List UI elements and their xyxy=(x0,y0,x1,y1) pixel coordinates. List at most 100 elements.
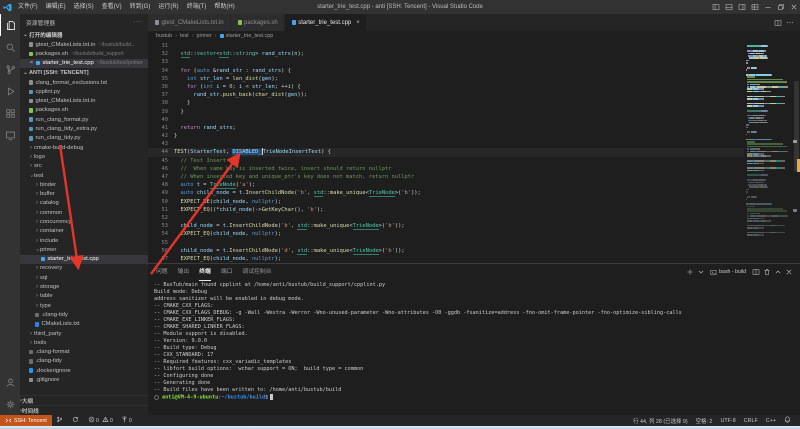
terminal-dropdown-icon[interactable] xyxy=(695,268,706,276)
close-button[interactable] xyxy=(787,0,800,14)
breadcrumb[interactable]: bustub›test›primer›starter_trie_test.cpp xyxy=(148,31,800,41)
tree-item-binder[interactable]: ›binder xyxy=(20,180,148,189)
kill-terminal-icon[interactable] xyxy=(761,268,772,276)
workspace-header[interactable]: ⌄ ANTI [SSH: TENCENT] xyxy=(20,68,148,78)
more-actions-icon[interactable]: ⋯ xyxy=(784,19,796,27)
activitybar-settings[interactable] xyxy=(0,393,20,415)
menu-转到[interactable]: 转到(G) xyxy=(126,0,155,14)
minimize-button[interactable] xyxy=(761,0,774,14)
tree-item-.gitignore[interactable]: .gitignore xyxy=(20,375,148,384)
tree-item-common[interactable]: ›common xyxy=(20,208,148,217)
menu-帮助[interactable]: 帮助(H) xyxy=(210,0,238,14)
breadcrumb-item-primer[interactable]: primer xyxy=(196,33,211,39)
tab-gtest_CMakeLists.txt.in[interactable]: gtest_CMakeLists.txt.in xyxy=(148,14,231,31)
activitybar-extensions[interactable] xyxy=(0,102,20,124)
tree-item-cmake-build-debug[interactable]: ›cmake-build-debug xyxy=(20,143,148,152)
tree-item-tools[interactable]: ›tools xyxy=(20,338,148,347)
tree-item-clang_format_exclusions.txt[interactable]: clang_format_exclusions.txt xyxy=(20,78,148,87)
tree-item-.dockerignore[interactable]: .dockerignore xyxy=(20,366,148,375)
breadcrumb-item-test[interactable]: test xyxy=(180,33,189,39)
menu-文件[interactable]: 文件(F) xyxy=(14,0,42,14)
problems-item[interactable]: 0 0 xyxy=(88,416,113,425)
tree-item-.clang-tidy[interactable]: .clang-tidy xyxy=(20,357,148,366)
activitybar-search[interactable] xyxy=(0,36,20,58)
open-editor-item[interactable]: packages.sh~/bustub/build_support xyxy=(20,49,148,58)
toggle-panel-icon[interactable] xyxy=(722,0,735,14)
overview-ruler[interactable] xyxy=(792,41,800,263)
new-terminal-icon[interactable] xyxy=(684,268,695,276)
remote-indicator[interactable]: SSH: Tencent xyxy=(0,415,52,426)
cursor-position[interactable]: 行 44, 列 28 (已选择 9) xyxy=(633,417,688,425)
ports-item[interactable]: 0 xyxy=(121,416,132,425)
breadcrumb-item-bustub[interactable]: bustub xyxy=(156,33,172,39)
breadcrumb-item-starter_trie_test.cpp[interactable]: starter_trie_test.cpp xyxy=(226,33,274,39)
menu-运行[interactable]: 运行(R) xyxy=(154,0,182,14)
menu-查看[interactable]: 查看(V) xyxy=(98,0,126,14)
split-terminal-icon[interactable] xyxy=(750,268,761,276)
tree-item-.clang-format[interactable]: .clang-format xyxy=(20,348,148,357)
open-editor-item[interactable]: ×starter_trie_test.cpp~/bustub/test/prim… xyxy=(20,59,148,68)
encoding-setting[interactable]: UTF-8 xyxy=(720,418,735,424)
tree-item-buffer[interactable]: ›buffer xyxy=(20,189,148,198)
git-branch-item[interactable] xyxy=(56,416,64,425)
scrollbar-thumb[interactable] xyxy=(794,81,799,171)
tree-item-src[interactable]: ›src xyxy=(20,162,148,171)
tree-item-recovery[interactable]: ›recovery xyxy=(20,264,148,273)
panel-tab-问题[interactable]: 问题 xyxy=(156,264,168,280)
activitybar-account[interactable] xyxy=(0,371,20,393)
maximize-panel-icon[interactable] xyxy=(772,268,783,276)
terminal-title[interactable]: bash - build xyxy=(710,269,746,276)
split-editor-icon[interactable] xyxy=(772,14,784,32)
tree-item-container[interactable]: ›container xyxy=(20,227,148,236)
timeline-section[interactable]: › 时间线 xyxy=(20,405,148,415)
toggle-sidebar-icon[interactable] xyxy=(709,0,722,14)
tree-item-run_clang_format.py[interactable]: run_clang_format.py xyxy=(20,115,148,124)
indent-setting[interactable]: 空格: 2 xyxy=(696,417,713,425)
tree-item-type[interactable]: ›type xyxy=(20,301,148,310)
tree-item-.clang-tidy[interactable]: .clang-tidy xyxy=(20,310,148,319)
open-editor-item[interactable]: gtest_CMakeLists.txt.in~/bustub/build... xyxy=(20,40,148,49)
menu-选择[interactable]: 选择(S) xyxy=(70,0,98,14)
activitybar-run-debug[interactable] xyxy=(0,80,20,102)
tree-item-test[interactable]: ›test xyxy=(20,171,148,180)
activitybar-source-control[interactable] xyxy=(0,58,20,80)
open-editors-header[interactable]: ⌄ 打开的编辑器 xyxy=(20,30,148,40)
close-icon[interactable]: × xyxy=(356,20,360,26)
tab-starter_trie_test.cpp[interactable]: starter_trie_test.cpp× xyxy=(285,14,367,31)
tree-item-cpplint.py[interactable]: cpplint.py xyxy=(20,87,148,96)
terminal-prompt[interactable]: anti@VM-4-9-ubuntu:~/bustub/build$ xyxy=(154,394,800,402)
tree-item-third_party[interactable]: ›third_party xyxy=(20,329,148,338)
panel-tab-输出[interactable]: 输出 xyxy=(178,264,190,280)
tree-item-run_clang_tidy.py[interactable]: run_clang_tidy.py xyxy=(20,134,148,143)
tree-item-CMakeLists.txt[interactable]: CMakeLists.txt xyxy=(20,320,148,329)
tree-item-gtest_CMakeLists.txt.in[interactable]: gtest_CMakeLists.txt.in xyxy=(20,96,148,105)
tree-item-packages.sh[interactable]: packages.sh xyxy=(20,106,148,115)
tree-item-table[interactable]: ›table xyxy=(20,292,148,301)
close-icon[interactable]: × xyxy=(28,60,35,66)
activitybar-explorer[interactable] xyxy=(0,14,21,36)
tab-packages.sh[interactable]: packages.sh xyxy=(231,14,285,31)
tree-item-sql[interactable]: ›sql xyxy=(20,273,148,282)
minimap[interactable] xyxy=(746,43,792,237)
tree-item-include[interactable]: ›include xyxy=(20,236,148,245)
tree-item-primer[interactable]: ›primer xyxy=(20,245,148,254)
tree-item-concurrency[interactable]: ›concurrency xyxy=(20,217,148,226)
eol-setting[interactable]: CRLF xyxy=(744,418,758,424)
menu-终端[interactable]: 终端(T) xyxy=(183,0,211,14)
sidebar-more-icon[interactable]: ··· xyxy=(133,19,142,25)
panel-tab-端口[interactable]: 端口 xyxy=(221,264,233,280)
tree-item-catalog[interactable]: ›catalog xyxy=(20,199,148,208)
language-mode[interactable]: C++ xyxy=(766,418,776,424)
outline-section[interactable]: › 大纲 xyxy=(20,395,148,405)
activitybar-remote-explorer[interactable] xyxy=(0,124,20,146)
sync-item[interactable] xyxy=(72,416,80,425)
restore-button[interactable] xyxy=(774,0,787,14)
panel-tab-调试控制台[interactable]: 调试控制台 xyxy=(242,264,271,280)
tree-item-storage[interactable]: ›storage xyxy=(20,282,148,291)
tree-item-logo[interactable]: ›logo xyxy=(20,152,148,161)
terminal[interactable]: -- BusTub/main found cpplint at /home/an… xyxy=(148,280,800,415)
tree-item-starter_trie_test.cpp[interactable]: starter_trie_test.cpp xyxy=(20,255,148,264)
code-editor[interactable]: 3132 std::vector<std::string> rand_strs(… xyxy=(148,41,800,263)
notifications-bell-icon[interactable] xyxy=(784,416,792,425)
close-panel-icon[interactable] xyxy=(783,268,794,276)
